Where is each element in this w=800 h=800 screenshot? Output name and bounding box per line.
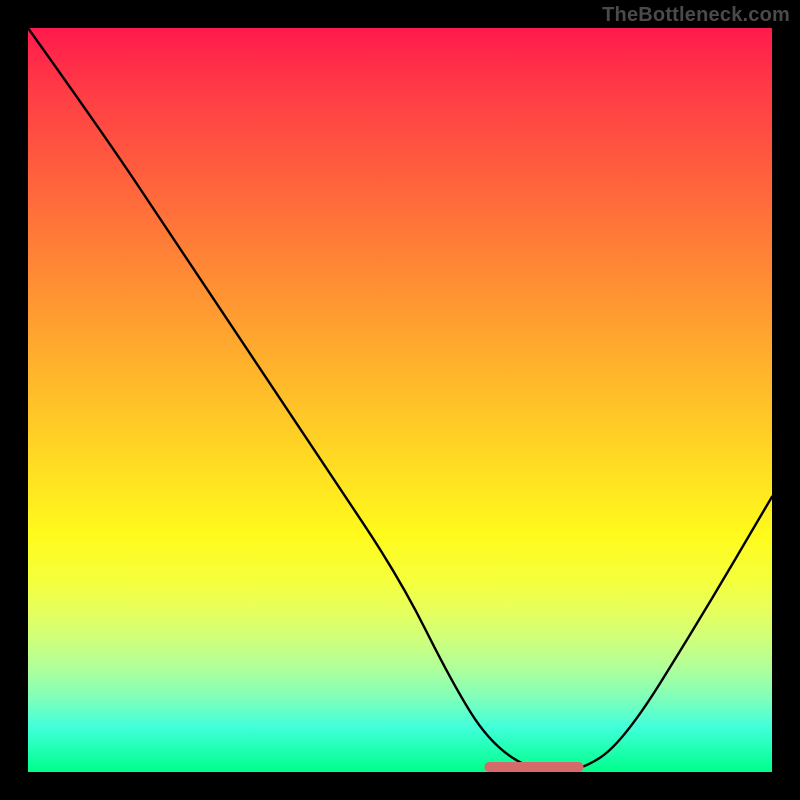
chart-frame: TheBottleneck.com	[0, 0, 800, 800]
watermark-text: TheBottleneck.com	[602, 4, 790, 27]
bottleneck-curve-svg	[28, 28, 772, 772]
bottleneck-curve-line	[28, 28, 772, 772]
